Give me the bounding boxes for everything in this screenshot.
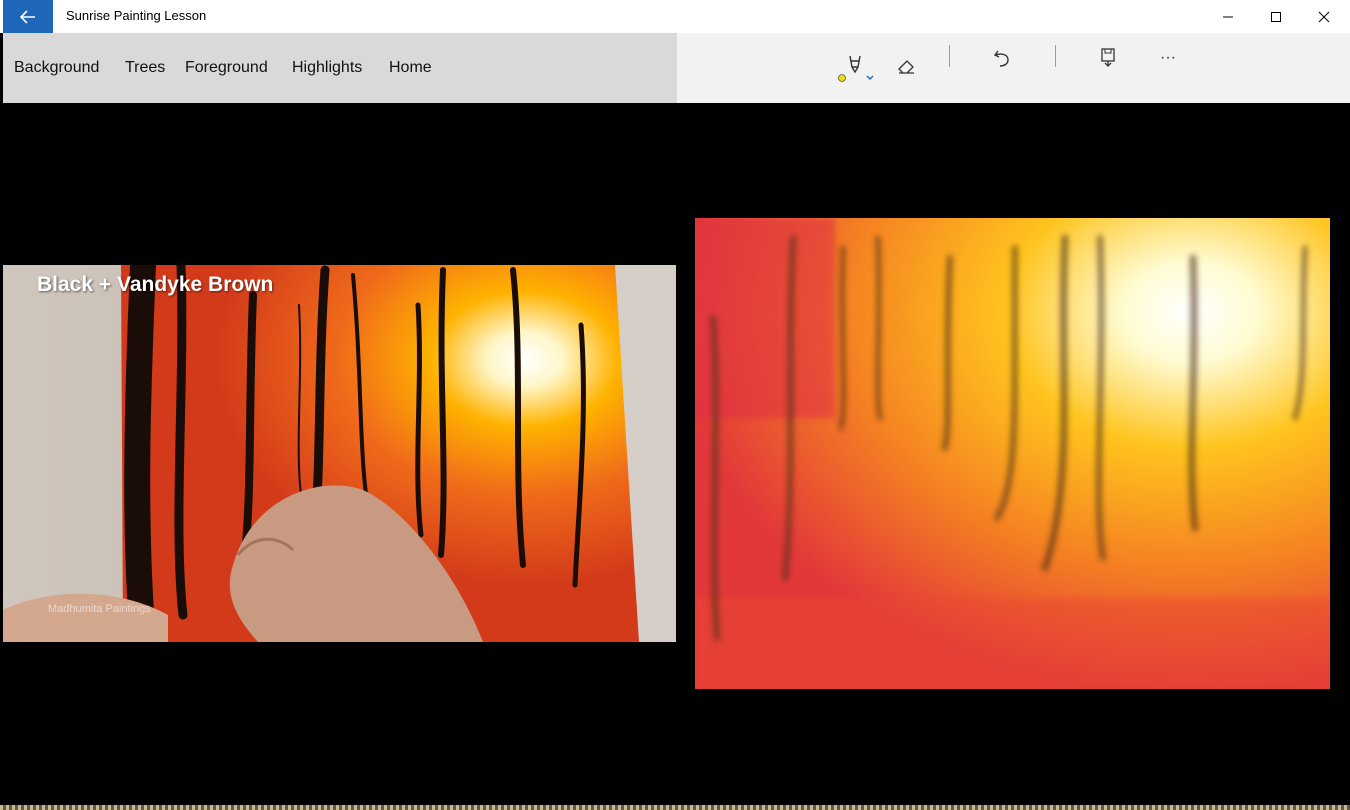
close-icon [1318, 11, 1330, 22]
video-painting-image: Madhumita Paintings [3, 265, 676, 642]
undo-button[interactable] [987, 44, 1017, 72]
title-bar: Sunrise Painting Lesson [0, 0, 1350, 33]
maximize-icon [1271, 11, 1281, 22]
back-button[interactable] [3, 0, 53, 33]
menu-item-background[interactable]: Background [14, 59, 99, 77]
eraser-tool-button[interactable] [893, 53, 921, 79]
menu-item-home[interactable]: Home [389, 59, 432, 77]
menu-item-foreground[interactable]: Foreground [185, 59, 268, 77]
menu-item-trees[interactable]: Trees [125, 59, 165, 77]
chevron-down-icon [866, 75, 874, 80]
save-icon [1101, 48, 1115, 67]
minimize-icon [1223, 16, 1233, 17]
color-caption: Black + Vandyke Brown [37, 273, 274, 296]
taskbar-edge [0, 805, 1350, 810]
sketch-painting-image [695, 218, 1330, 689]
more-options-button[interactable]: ··· [1155, 45, 1181, 71]
save-button[interactable] [1093, 43, 1123, 71]
pen-icon [838, 55, 874, 82]
close-button[interactable] [1301, 0, 1347, 33]
ink-toolbar: ··· [677, 33, 1350, 103]
chapter-menu: Background Trees Foreground Highlights H… [3, 33, 677, 103]
toolbar-separator [949, 45, 950, 67]
toolbar-separator [1055, 45, 1056, 67]
eraser-icon [898, 60, 914, 74]
pen-tool-button[interactable] [835, 47, 875, 83]
lesson-video[interactable]: Madhumita Paintings Black + Vandyke Brow… [3, 265, 676, 642]
arrow-left-icon [20, 9, 35, 24]
maximize-button[interactable] [1253, 0, 1299, 33]
window-title: Sunrise Painting Lesson [66, 8, 207, 23]
drawing-canvas[interactable] [695, 218, 1330, 689]
menu-item-highlights[interactable]: Highlights [292, 59, 362, 77]
undo-icon [993, 50, 1009, 67]
watermark-text: Madhumita Paintings [48, 603, 151, 615]
color-dot-icon [838, 74, 846, 82]
minimize-button[interactable] [1205, 0, 1251, 33]
